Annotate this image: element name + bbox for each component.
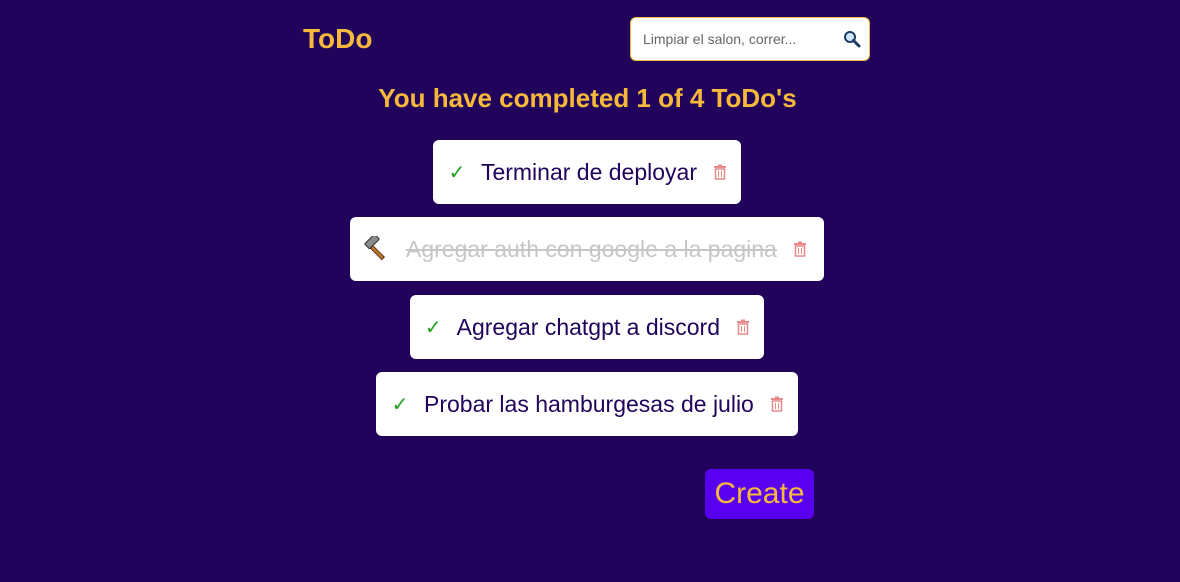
todo-item[interactable]: ✓ Agregar chatgpt a discord xyxy=(410,295,764,359)
app-title: ToDo xyxy=(303,23,373,54)
todo-item[interactable]: Agregar auth con google a la pagina xyxy=(350,217,824,281)
check-icon[interactable]: ✓ xyxy=(390,392,410,416)
hammer-icon[interactable] xyxy=(364,236,390,262)
todo-text: Agregar chatgpt a discord xyxy=(456,313,720,340)
todo-item[interactable]: ✓ Terminar de deployar xyxy=(433,140,741,204)
todo-text: Agregar auth con google a la pagina xyxy=(406,235,777,262)
search-box[interactable] xyxy=(630,17,870,61)
create-button[interactable]: Create xyxy=(705,469,814,519)
trash-icon[interactable] xyxy=(793,241,807,257)
todo-text: Terminar de deployar xyxy=(480,158,697,185)
trash-icon[interactable] xyxy=(770,396,784,412)
search-input[interactable] xyxy=(643,18,838,60)
todo-text: Probar las hamburgesas de julio xyxy=(424,390,754,417)
trash-icon[interactable] xyxy=(736,319,750,335)
todo-item[interactable]: ✓ Probar las hamburgesas de julio xyxy=(376,372,798,436)
check-icon[interactable]: ✓ xyxy=(447,160,467,184)
check-icon[interactable]: ✓ xyxy=(424,315,443,339)
completion-counter: You have completed 1 of 4 ToDo's xyxy=(378,83,797,113)
trash-icon[interactable] xyxy=(713,164,727,180)
magnifier-icon[interactable] xyxy=(843,30,861,48)
